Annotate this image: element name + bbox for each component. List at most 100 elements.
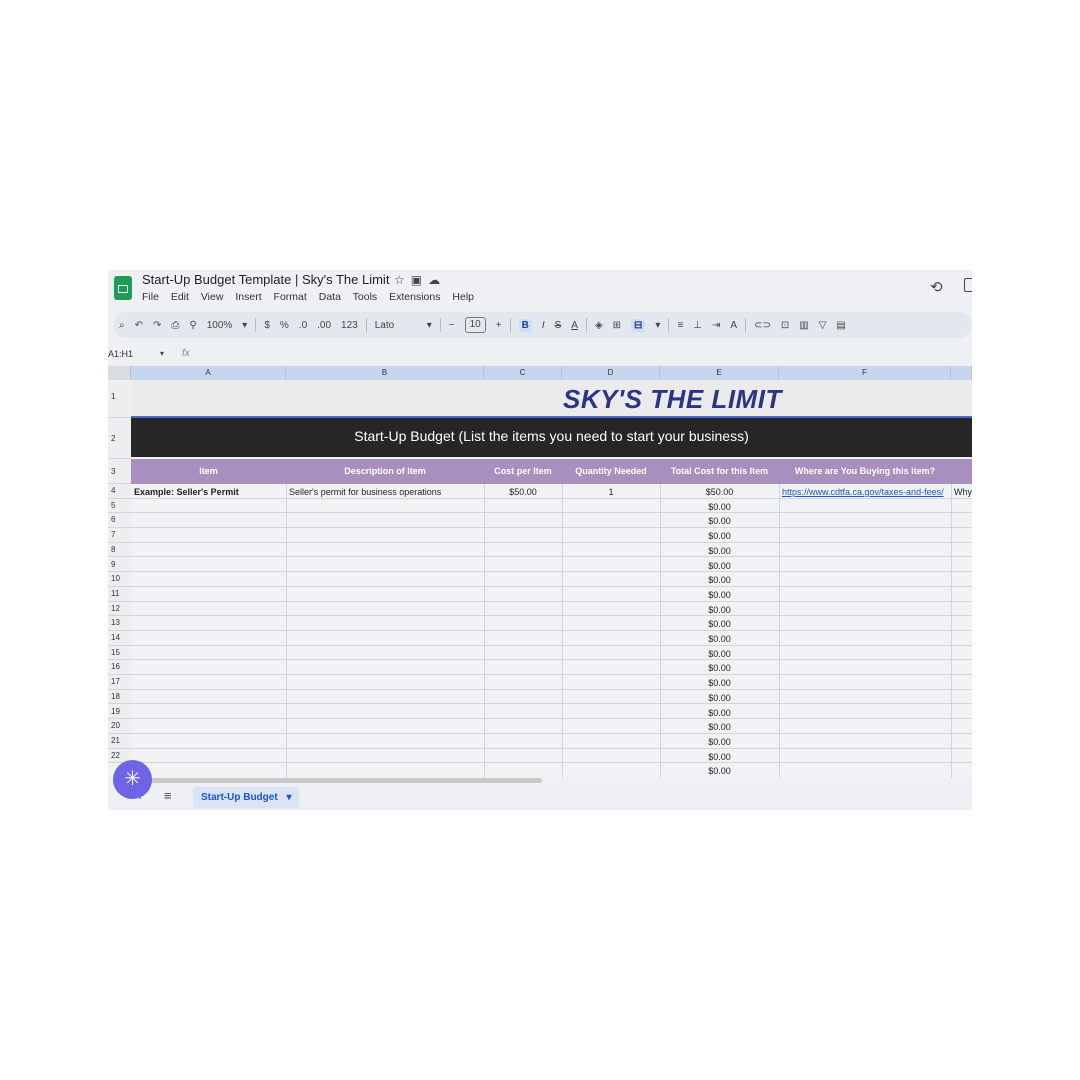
total-cost-cell[interactable]: $0.00 bbox=[660, 603, 779, 617]
row-header[interactable]: 9 bbox=[108, 557, 131, 573]
column-header[interactable]: F bbox=[779, 366, 951, 380]
menu-edit[interactable]: Edit bbox=[171, 291, 189, 303]
table-row[interactable] bbox=[131, 749, 972, 764]
total-cost-cell[interactable]: $0.00 bbox=[660, 500, 779, 514]
horizontal-align-icon[interactable]: ≡ bbox=[677, 320, 683, 331]
percent-format-button[interactable]: % bbox=[280, 320, 289, 331]
row-header[interactable]: 10 bbox=[108, 572, 131, 587]
banner-row[interactable]: Start-Up Budget (List the items you need… bbox=[131, 418, 972, 457]
bold-button[interactable]: B bbox=[518, 318, 532, 332]
row-header[interactable]: 14 bbox=[108, 631, 131, 646]
total-cost-cell[interactable]: $0.00 bbox=[660, 559, 779, 573]
all-sheets-icon[interactable]: ≡ bbox=[164, 788, 172, 803]
table-row[interactable] bbox=[131, 616, 972, 631]
table-row[interactable] bbox=[131, 558, 972, 573]
total-cost-cell[interactable]: $0.00 bbox=[660, 691, 779, 705]
document-title[interactable]: Start-Up Budget Template | Sky's The Lim… bbox=[142, 272, 389, 287]
chevron-down-icon[interactable]: ▾ bbox=[286, 792, 291, 803]
example-qty-cell[interactable]: 1 bbox=[562, 485, 660, 499]
row-header[interactable]: 6 bbox=[108, 513, 131, 529]
example-item-cell[interactable]: Example: Seller's Permit bbox=[134, 485, 239, 499]
assistant-fab-icon[interactable]: ✳ bbox=[113, 760, 152, 799]
table-row[interactable] bbox=[131, 719, 972, 734]
select-all-corner[interactable] bbox=[108, 366, 131, 380]
table-row[interactable] bbox=[131, 572, 972, 587]
row-header[interactable]: 19 bbox=[108, 704, 131, 720]
row-header[interactable]: 4 bbox=[108, 484, 131, 499]
total-cost-cell[interactable]: $0.00 bbox=[660, 588, 779, 602]
font-size-input[interactable]: 10 bbox=[464, 317, 486, 333]
column-header[interactable]: E bbox=[660, 366, 779, 380]
total-cost-cell[interactable]: $0.00 bbox=[660, 573, 779, 587]
menu-help[interactable]: Help bbox=[452, 291, 474, 303]
font-size-decrease-button[interactable]: − bbox=[449, 320, 455, 331]
text-rotation-icon[interactable]: A bbox=[730, 320, 737, 331]
example-description-cell[interactable]: Seller's permit for business operations bbox=[289, 485, 441, 499]
table-row[interactable] bbox=[131, 675, 972, 690]
row-header[interactable]: 13 bbox=[108, 616, 131, 631]
row-header[interactable]: 3 bbox=[108, 459, 131, 484]
italic-button[interactable]: I bbox=[542, 320, 545, 331]
table-row[interactable] bbox=[131, 513, 972, 529]
vertical-align-icon[interactable]: ⊥ bbox=[693, 320, 702, 331]
font-size-increase-button[interactable]: + bbox=[496, 320, 502, 331]
example-cost-cell[interactable]: $50.00 bbox=[484, 485, 562, 499]
folder-icon[interactable]: ▣ bbox=[411, 273, 428, 287]
table-row[interactable] bbox=[131, 543, 972, 558]
row-header[interactable]: 15 bbox=[108, 645, 131, 661]
row-header[interactable]: 12 bbox=[108, 601, 131, 617]
logo-row[interactable]: SKY'S THE LIMIT bbox=[131, 380, 972, 418]
total-cost-cell[interactable]: $0.00 bbox=[660, 529, 779, 543]
table-row[interactable] bbox=[131, 499, 972, 514]
table-row[interactable] bbox=[131, 602, 972, 617]
sheet-grid[interactable]: A B C D E F 1 2 3 4 5 6 7 8 9 10 11 12 13 14 15 16 17… bbox=[108, 366, 972, 778]
total-cost-cell[interactable]: $0.00 bbox=[660, 647, 779, 661]
total-cost-cell[interactable]: $0.00 bbox=[660, 632, 779, 646]
example-total-cell[interactable]: $50.00 bbox=[660, 485, 779, 499]
currency-format-button[interactable]: $ bbox=[264, 320, 270, 331]
row-header[interactable]: 2 bbox=[108, 418, 131, 459]
column-header[interactable]: B bbox=[286, 366, 484, 380]
chart-icon[interactable]: ▥ bbox=[799, 320, 808, 331]
overflow-cell-text[interactable]: Why bbox=[954, 485, 972, 499]
total-cost-cell[interactable]: $0.00 bbox=[660, 764, 779, 778]
total-cost-cell[interactable]: $0.00 bbox=[660, 750, 779, 764]
undo-icon[interactable]: ↶ bbox=[135, 320, 143, 331]
borders-icon[interactable]: ⊞ bbox=[613, 320, 621, 331]
chevron-down-icon[interactable]: ▾ bbox=[242, 320, 247, 331]
font-select[interactable]: Lato bbox=[375, 320, 417, 331]
number-format-button[interactable]: 123 bbox=[341, 320, 358, 331]
filter-views-icon[interactable]: ▤ bbox=[836, 320, 845, 331]
decrease-decimal-button[interactable]: .0 bbox=[299, 320, 307, 331]
horizontal-scrollbar[interactable] bbox=[148, 778, 542, 783]
example-where-link[interactable]: https://www.cdtfa.ca.gov/taxes-and-fees/ bbox=[782, 485, 944, 499]
menu-tools[interactable]: Tools bbox=[353, 291, 378, 303]
header-row[interactable]: Item Description of Item Cost per Item Q… bbox=[131, 459, 972, 484]
table-row[interactable] bbox=[131, 528, 972, 543]
menu-extensions[interactable]: Extensions bbox=[389, 291, 440, 303]
total-cost-cell[interactable]: $0.00 bbox=[660, 617, 779, 631]
version-history-icon[interactable]: ⟲ bbox=[930, 278, 943, 296]
total-cost-cell[interactable]: $0.00 bbox=[660, 514, 779, 528]
table-row[interactable] bbox=[131, 660, 972, 676]
redo-icon[interactable]: ↷ bbox=[153, 320, 161, 331]
table-row[interactable] bbox=[131, 631, 972, 646]
column-header[interactable]: C bbox=[484, 366, 562, 380]
chevron-down-icon[interactable]: ▾ bbox=[160, 349, 164, 358]
total-cost-cell[interactable]: $0.00 bbox=[660, 735, 779, 749]
merge-cells-icon[interactable]: ⊟ bbox=[631, 318, 646, 332]
link-icon[interactable]: ⊂⊃ bbox=[754, 320, 771, 331]
total-cost-cell[interactable]: $0.00 bbox=[660, 661, 779, 675]
row-header[interactable]: 17 bbox=[108, 675, 131, 690]
total-cost-cell[interactable]: $0.00 bbox=[660, 706, 779, 720]
text-wrap-icon[interactable]: ⇥ bbox=[712, 320, 720, 331]
chevron-down-icon[interactable]: ▾ bbox=[655, 320, 660, 331]
paint-format-icon[interactable]: ⚲ bbox=[189, 320, 196, 331]
total-cost-cell[interactable]: $0.00 bbox=[660, 676, 779, 690]
filter-icon[interactable]: ▽ bbox=[819, 320, 827, 331]
fill-color-icon[interactable]: ◈ bbox=[595, 320, 603, 331]
table-row[interactable] bbox=[131, 646, 972, 661]
print-icon[interactable]: ⎙ bbox=[171, 320, 179, 331]
sheet-tab-startup-budget[interactable]: Start-Up Budget ▾ bbox=[193, 787, 300, 808]
table-row[interactable] bbox=[131, 734, 972, 749]
